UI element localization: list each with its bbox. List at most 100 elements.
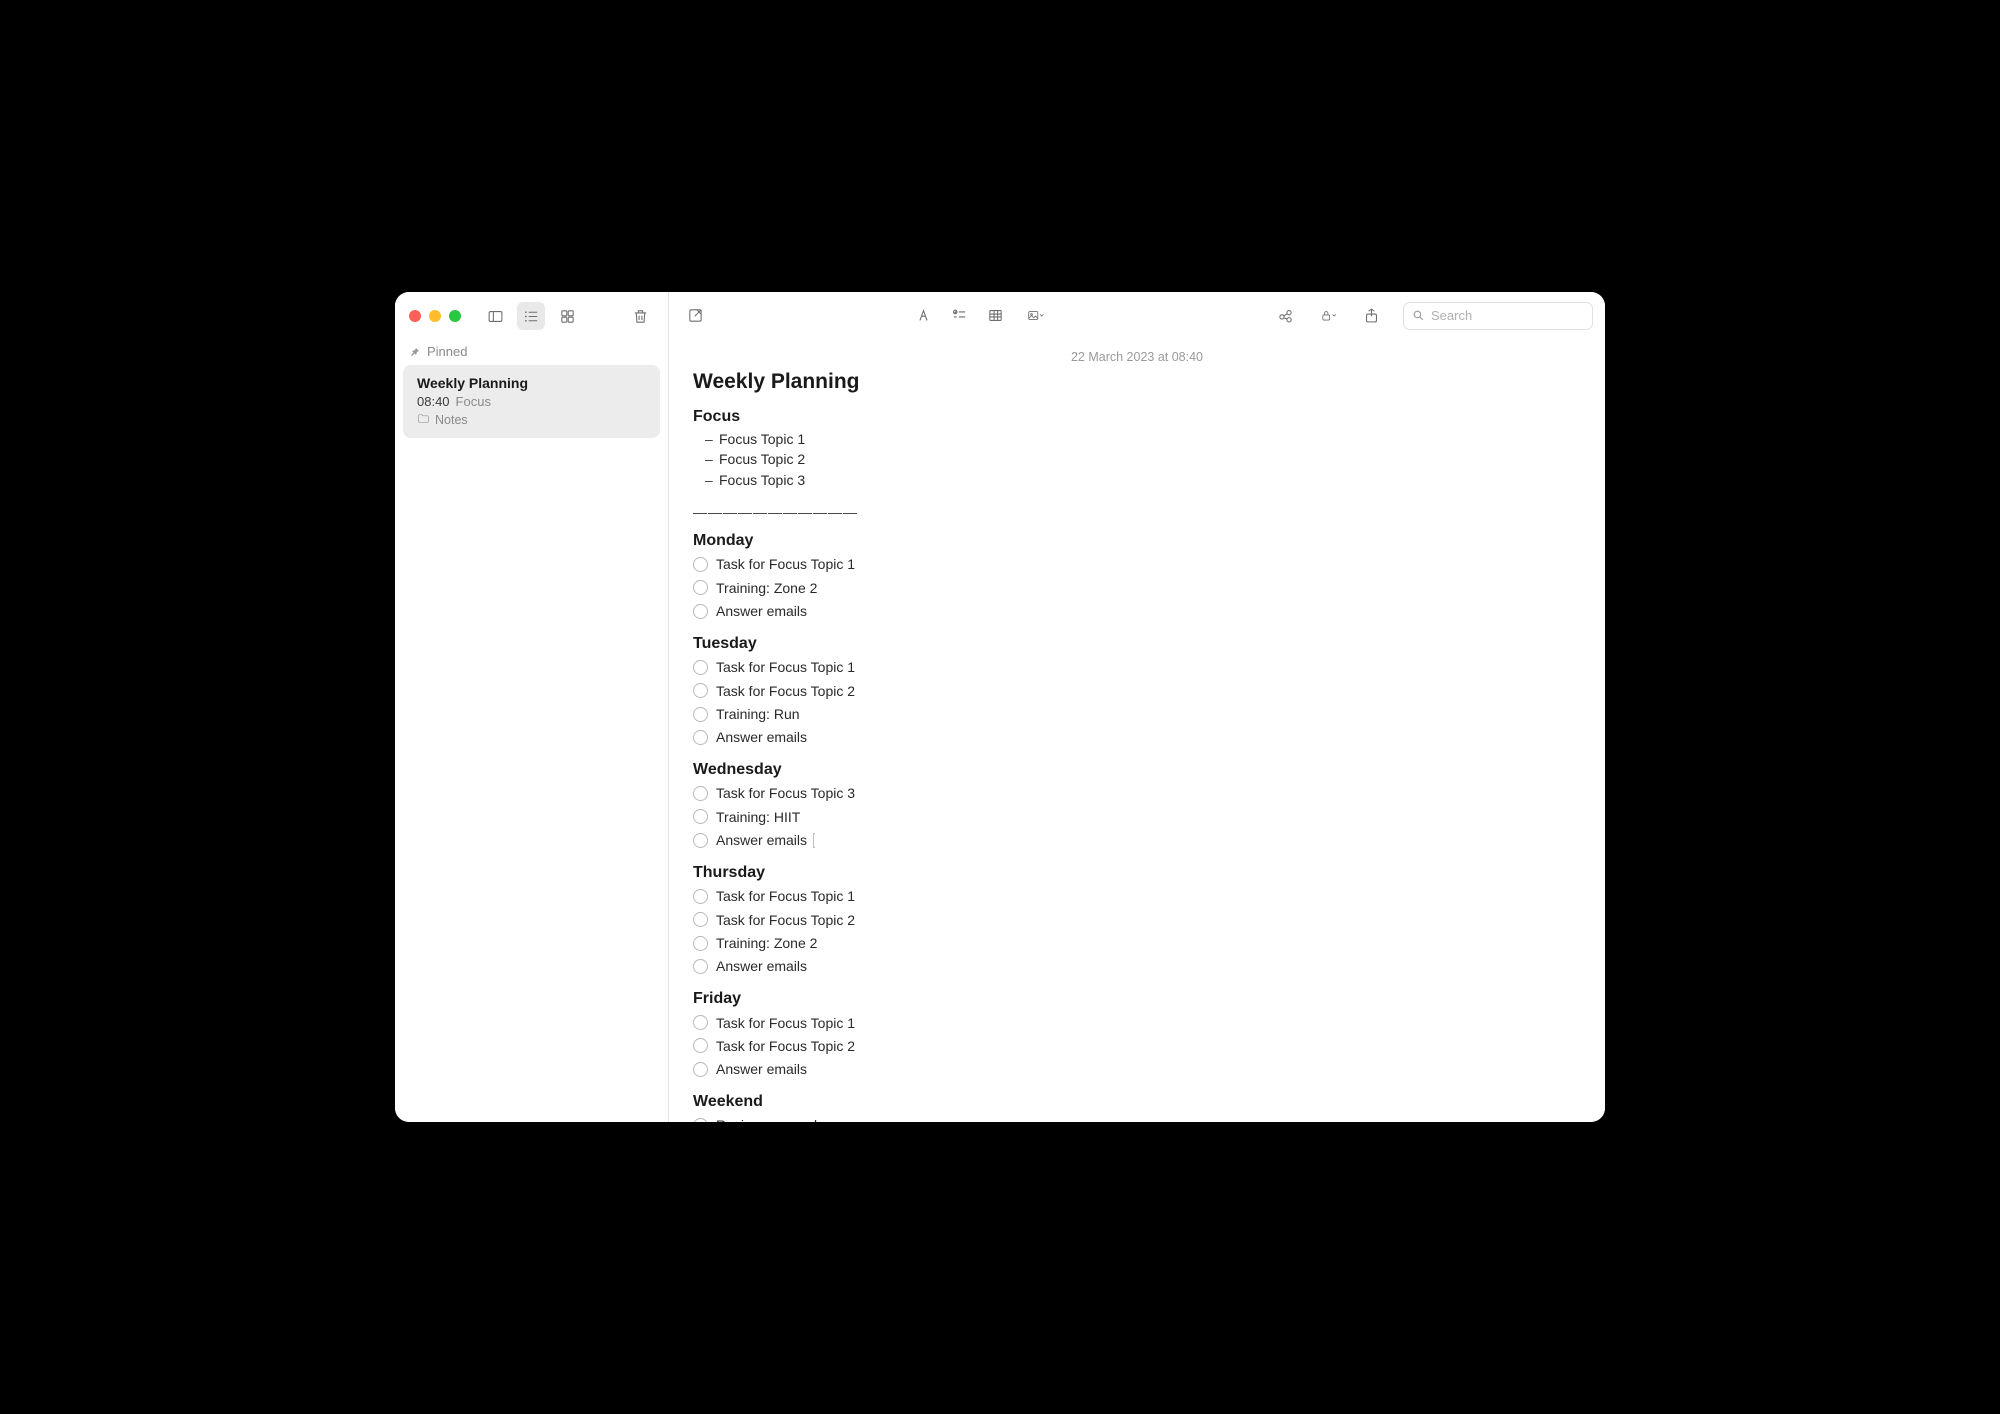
checklist-item: Answer emails	[693, 599, 1581, 622]
media-button[interactable]	[1017, 302, 1053, 330]
note-card-preview: Focus	[456, 394, 491, 409]
gallery-view-button[interactable]	[553, 302, 581, 330]
checkbox[interactable]	[693, 786, 708, 801]
app-window: Pinned Weekly Planning 08:40 Focus Notes	[395, 292, 1605, 1122]
checklist-item-text: Task for Focus Topic 2	[716, 1036, 855, 1056]
checklist-item-text: Answer emails	[716, 956, 807, 976]
checklist-item: Training: Zone 2	[693, 931, 1581, 954]
checklist-item-text: Training: HIIT	[716, 807, 800, 827]
checklist-item: Task for Focus Topic 1	[693, 656, 1581, 679]
list-view-button[interactable]	[517, 302, 545, 330]
checklist-item: Training: Zone 2	[693, 576, 1581, 599]
note-title: Weekly Planning	[693, 370, 1581, 394]
checklist-item: Review my week	[693, 1114, 1581, 1122]
checklist-item: Training: Run	[693, 702, 1581, 725]
note-content[interactable]: 22 March 2023 at 08:40 Weekly Planning F…	[669, 340, 1605, 1122]
checkbox[interactable]	[693, 959, 708, 974]
checklist: Task for Focus Topic 1 Task for Focus Top…	[693, 656, 1581, 749]
divider: ———————————	[693, 504, 1581, 520]
checklist-item: Training: HIIT	[693, 805, 1581, 828]
checklist-item-text: Training: Run	[716, 704, 800, 724]
checklist-item-text: Task for Focus Topic 1	[716, 886, 855, 906]
checklist-item-text: Answer emails	[716, 601, 807, 621]
focus-list: Focus Topic 1Focus Topic 2Focus Topic 3	[693, 429, 1581, 490]
link-button[interactable]	[1271, 302, 1299, 330]
checkbox[interactable]	[693, 1062, 708, 1077]
checklist-item-text: Task for Focus Topic 1	[716, 554, 855, 574]
day-heading: Weekend	[693, 1093, 1581, 1111]
checklist-item-text: Training: Zone 2	[716, 933, 817, 953]
checkbox[interactable]	[693, 604, 708, 619]
note-list-item[interactable]: Weekly Planning 08:40 Focus Notes	[403, 365, 660, 438]
delete-note-button[interactable]	[626, 302, 654, 330]
checkbox[interactable]	[693, 1038, 708, 1053]
text-cursor	[813, 833, 815, 848]
close-window-button[interactable]	[409, 310, 421, 322]
new-note-button[interactable]	[681, 302, 709, 330]
day-heading: Friday	[693, 990, 1581, 1008]
titlebar-right: Search	[669, 292, 1605, 340]
checklist-item: Answer emails	[693, 726, 1581, 749]
checklist-item-text: Training: Zone 2	[716, 578, 817, 598]
checklist-item: Task for Focus Topic 1	[693, 1011, 1581, 1034]
checklist: Review my weekTraining: RunAnswer emails	[693, 1114, 1581, 1122]
checklist-item: Task for Focus Topic 3	[693, 782, 1581, 805]
focus-item: Focus Topic 1	[705, 429, 1581, 449]
titlebar-left	[395, 292, 668, 340]
checklist-item-text: Answer emails	[716, 1059, 807, 1079]
checkbox[interactable]	[693, 580, 708, 595]
checklist: Task for Focus Topic 1 Task for Focus Top…	[693, 1011, 1581, 1081]
note-card-folder: Notes	[417, 412, 646, 428]
toggle-sidebar-button[interactable]	[481, 302, 509, 330]
lock-button[interactable]	[1311, 302, 1345, 330]
day-heading: Wednesday	[693, 761, 1581, 779]
minimize-window-button[interactable]	[429, 310, 441, 322]
checklist-item-text: Task for Focus Topic 2	[716, 681, 855, 701]
table-button[interactable]	[981, 302, 1009, 330]
share-button[interactable]	[1357, 302, 1385, 330]
checklist-button[interactable]	[945, 302, 973, 330]
checkbox[interactable]	[693, 683, 708, 698]
checkbox[interactable]	[693, 557, 708, 572]
checkbox[interactable]	[693, 809, 708, 824]
pin-icon	[409, 346, 421, 358]
checklist-item-text: Task for Focus Topic 3	[716, 783, 855, 803]
checklist: Task for Focus Topic 3 Training: HIIT Answ…	[693, 782, 1581, 852]
note-card-time: 08:40	[417, 394, 450, 409]
focus-item: Focus Topic 3	[705, 470, 1581, 490]
checkbox[interactable]	[693, 730, 708, 745]
checklist-item-text: Review my week	[716, 1115, 821, 1122]
note-card-meta: 08:40 Focus	[417, 394, 646, 409]
day-heading: Monday	[693, 532, 1581, 550]
window-controls	[409, 310, 461, 322]
checkbox[interactable]	[693, 1015, 708, 1030]
checklist-item: Answer emails	[693, 1058, 1581, 1081]
note-card-title: Weekly Planning	[417, 375, 646, 391]
checkbox[interactable]	[693, 707, 708, 722]
checklist-item-text: Task for Focus Topic 1	[716, 1013, 855, 1033]
note-list: Weekly Planning 08:40 Focus Notes	[395, 365, 668, 438]
checkbox[interactable]	[693, 1118, 708, 1122]
pinned-section-header: Pinned	[395, 344, 668, 365]
checkbox[interactable]	[693, 660, 708, 675]
note-card-folder-name: Notes	[435, 413, 468, 427]
checkbox[interactable]	[693, 936, 708, 951]
search-input[interactable]: Search	[1403, 302, 1593, 330]
checklist-item-text: Answer emails	[716, 830, 807, 850]
checkbox[interactable]	[693, 889, 708, 904]
checkbox[interactable]	[693, 912, 708, 927]
focus-item: Focus Topic 2	[705, 449, 1581, 469]
checklist-item: Task for Focus Topic 2	[693, 908, 1581, 931]
checklist-item-text: Task for Focus Topic 1	[716, 657, 855, 677]
search-icon	[1412, 309, 1425, 322]
checklist-item: Answer emails	[693, 955, 1581, 978]
fullscreen-window-button[interactable]	[449, 310, 461, 322]
checklist: Task for Focus Topic 1Task for Focus Top…	[693, 885, 1581, 978]
checklist-item: Answer emails	[693, 829, 1581, 852]
checklist-item: Task for Focus Topic 1	[693, 553, 1581, 576]
folder-icon	[417, 412, 430, 428]
format-text-button[interactable]	[909, 302, 937, 330]
checklist-item: Task for Focus Topic 1	[693, 885, 1581, 908]
checklist-item-text: Answer emails	[716, 727, 807, 747]
checkbox[interactable]	[693, 833, 708, 848]
